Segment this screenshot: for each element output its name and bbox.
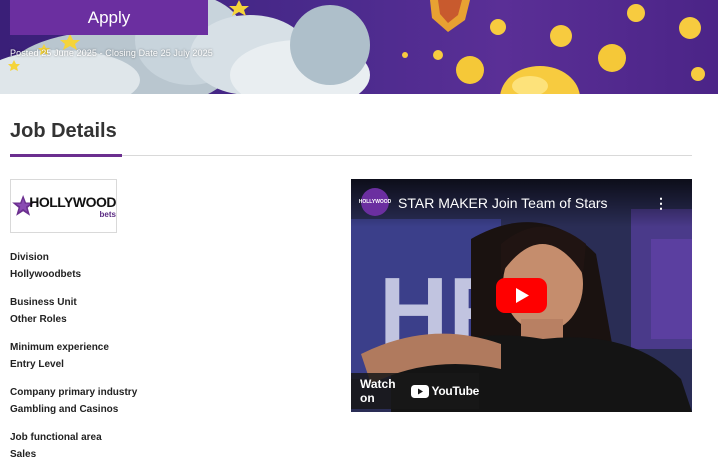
detail-label: Company primary industry [10,387,138,398]
watch-on-label: Watch on [360,377,396,405]
detail-functional-area: Job functional area Sales [10,429,330,463]
title-accent-bar [10,154,122,157]
detail-label: Minimum experience [10,342,109,353]
detail-label: Job functional area [10,432,102,443]
video-title[interactable]: STAR MAKER Join Team of Stars [398,195,608,211]
youtube-logo: YouTube [410,384,480,398]
detail-value: Hollywoodbets [10,269,82,280]
detail-label: Business Unit [10,297,77,308]
video-embed[interactable]: HR HOLLYWOOD STAR MAKER Join Team of Sta… [351,179,692,412]
watch-on-youtube-link[interactable]: Watch on YouTube [351,373,479,409]
detail-label: Division [10,252,49,263]
detail-minimum-experience: Minimum experience Entry Level [10,339,330,373]
detail-business-unit: Business Unit Other Roles [10,294,330,328]
detail-value: Gambling and Casinos [10,404,119,415]
hero-banner: Apply Posted 25 June 2025 - Closing Date… [0,0,718,94]
job-details-list: Division Hollywoodbets Business Unit Oth… [10,249,330,470]
detail-value: Sales [10,449,37,460]
more-options-icon[interactable]: ⋮ [654,195,668,212]
detail-division: Division Hollywoodbets [10,249,330,283]
detail-value: Other Roles [10,314,67,325]
page-title: Job Details [10,120,117,142]
detail-primary-industry: Company primary industry Gambling and Ca… [10,384,330,418]
youtube-wordmark: YouTube [431,384,480,398]
apply-button[interactable]: Apply [10,0,208,35]
logo-subtext: bets [99,209,116,219]
company-logo: HOLLYWOOD bets [10,179,117,233]
channel-avatar[interactable]: HOLLYWOOD [359,188,391,216]
youtube-icon [410,384,429,398]
logo-wordmark: HOLLYWOOD [29,193,116,210]
play-button-icon[interactable] [496,278,547,313]
detail-value: Entry Level [10,359,64,370]
posting-dates: Posted 25 June 2025 - Closing Date 25 Ju… [10,48,213,58]
